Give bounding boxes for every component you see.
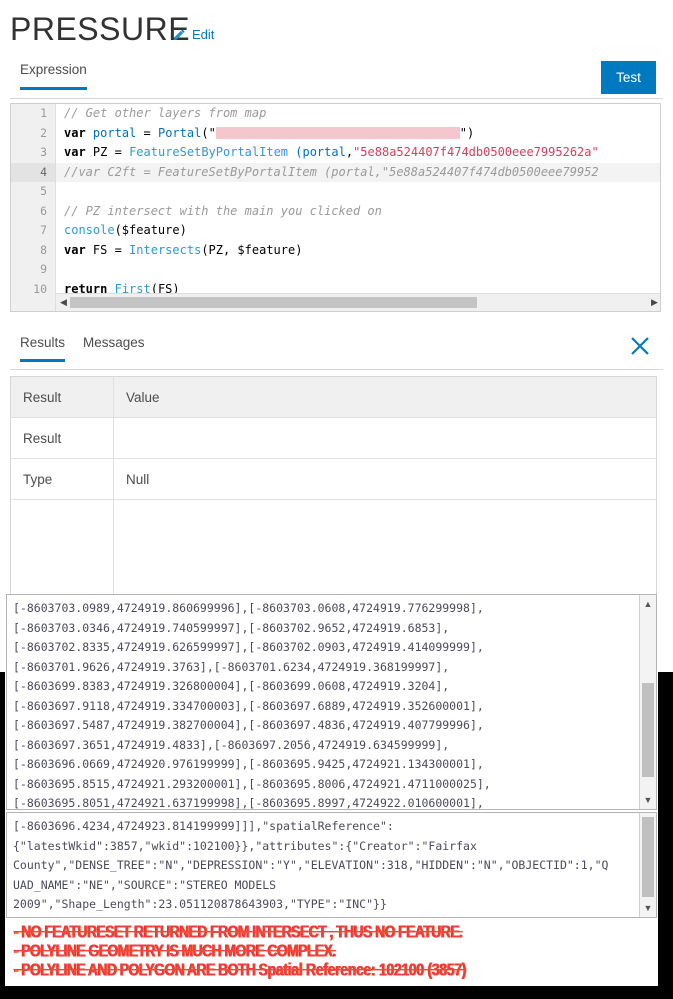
results-table: Result Value Result Type Null (10, 376, 657, 615)
code-line-2: var portal = Portal(" ") (56, 124, 660, 144)
page-header: PRESSURE Edit (0, 0, 673, 56)
table-header-row: Result Value (10, 376, 657, 418)
column-header-result: Result (10, 376, 114, 418)
line-number: 9 (40, 262, 47, 276)
attributes-output-panel[interactable]: [-8603696.4234,4724923.814199999]]],"spa… (6, 812, 657, 918)
code-punct: , (345, 145, 354, 159)
code-args: ($feature) (114, 223, 187, 237)
annotation-line-3: - POLYLINE AND POLYGON ARE BOTH Spatial … (14, 959, 467, 979)
code-function: FeatureSetByPortalItem (129, 145, 289, 159)
line-number: 7 (40, 223, 47, 237)
annotation-text: POLYLINE AND POLYGON ARE BOTH (21, 959, 259, 979)
annotation-overlay: - NO FEATURESET RETURNED FROM INTERSECT … (0, 918, 673, 986)
code-comment: // PZ intersect with the main you clicke… (64, 203, 382, 218)
line-number: 1 (40, 106, 47, 120)
scroll-left-icon[interactable]: ◀ (58, 297, 69, 308)
page-title: PRESSURE (10, 11, 191, 47)
line-number: 2 (40, 125, 47, 140)
attributes-vertical-scrollbar[interactable]: ▼ (639, 813, 656, 917)
code-editor[interactable]: 1 2 3 4 5 6 7 8 9 10 // Get other layers… (10, 103, 661, 312)
annotation-bullet: - (14, 921, 19, 941)
code-comment: // Get other layers from map (64, 106, 267, 120)
line-number: 6 (40, 203, 47, 218)
column-header-value: Value (113, 376, 657, 418)
code-operator: = (114, 145, 122, 159)
code-line-7: console($feature) (56, 221, 660, 241)
row-value (113, 417, 657, 459)
code-line-6: // PZ intersect with the main you clicke… (56, 202, 660, 222)
close-icon[interactable] (629, 335, 651, 357)
code-identifier: portal (92, 125, 137, 140)
scroll-up-icon[interactable]: ▲ (643, 598, 653, 610)
code-function: Portal (157, 125, 202, 140)
annotation-text: NO FEATURESET RETURNED FROM INTERSECT , … (21, 921, 463, 941)
code-line-3: var PZ = FeatureSetByPortalItem (portal,… (56, 143, 660, 163)
code-keyword: var (64, 125, 86, 140)
code-operator: = (114, 242, 122, 257)
annotation-text-emphasis: Spatial Reference: 102100 (3857) (258, 959, 467, 979)
scroll-down-icon[interactable]: ▼ (643, 794, 653, 806)
tab-results[interactable]: Results (20, 335, 66, 362)
code-line-8: var FS = Intersects(PZ, $feature) (56, 241, 660, 261)
annotation-line-2: - POLYLINE GEOMETRY IS MUCH MORE COMPLEX… (14, 940, 336, 960)
code-punct: (" (201, 125, 216, 140)
geometry-output-panel[interactable]: [-8603703.0989,4724919.860699996],[-8603… (6, 594, 657, 810)
results-tabstrip: Results Messages (10, 335, 663, 370)
test-button[interactable]: Test (601, 61, 656, 94)
code-function: Intersects (121, 242, 202, 257)
table-row: Result (10, 417, 657, 459)
geometry-vertical-scrollbar[interactable]: ▲ ▼ (639, 595, 656, 809)
code-punct: ") (459, 125, 475, 140)
tab-expression[interactable]: Expression (20, 62, 87, 90)
code-operator: = (143, 125, 151, 140)
image-bleed-bottom (0, 986, 673, 999)
annotation-bullet: - (14, 940, 19, 960)
code-punct: ( (288, 145, 303, 159)
code-comment: //var C2ft = FeatureSetByPortalItem (por… (64, 164, 599, 179)
row-label: Result (10, 417, 114, 459)
code-arg: portal (302, 145, 346, 159)
editor-gutter: 1 2 3 4 5 6 7 8 9 10 (11, 104, 56, 311)
editor-code-area[interactable]: // Get other layers from map var portal … (56, 104, 660, 311)
edit-button[interactable]: Edit (172, 27, 214, 42)
scroll-right-icon[interactable]: ▶ (649, 297, 660, 308)
line-number: 8 (40, 242, 47, 257)
code-line-4: //var C2ft = FeatureSetByPortalItem (por… (56, 162, 660, 182)
edit-label: Edit (192, 27, 215, 42)
code-identifier: FS (85, 242, 115, 257)
table-row: Type Null (10, 458, 657, 500)
pencil-icon (172, 28, 186, 42)
line-number: 4 (11, 162, 55, 182)
row-label: Type (10, 458, 114, 500)
code-function: console (64, 223, 115, 237)
tab-messages[interactable]: Messages (83, 335, 145, 359)
code-line-1: // Get other layers from map (56, 104, 660, 124)
line-number: 5 (40, 184, 47, 198)
attributes-output-text: [-8603696.4234,4724923.814199999]]],"spa… (13, 819, 609, 911)
annotation-text: POLYLINE GEOMETRY IS MUCH MORE COMPLEX. (21, 940, 336, 960)
code-identifier: PZ (92, 145, 108, 159)
code-args: (PZ, $feature) (201, 242, 303, 257)
line-number: 10 (33, 281, 47, 296)
geometry-output-text: [-8603703.0989,4724919.860699996],[-8603… (13, 601, 491, 810)
editor-horizontal-scrollbar[interactable]: ◀ ▶ (56, 293, 660, 311)
code-string: "5e88a524407f474db0500eee7995262a" (353, 145, 599, 159)
scroll-down-icon[interactable]: ▼ (643, 902, 653, 914)
row-value: Null (113, 458, 657, 500)
line-number: 3 (40, 145, 47, 159)
code-keyword: var (64, 145, 86, 159)
scrollbar-thumb[interactable] (642, 817, 654, 897)
annotation-line-1: - NO FEATURESET RETURNED FROM INTERSECT … (14, 921, 463, 941)
redacted-url (215, 126, 460, 139)
scrollbar-thumb[interactable] (642, 683, 654, 777)
code-keyword: var (64, 242, 86, 257)
annotation-bullet: - (14, 959, 19, 979)
scrollbar-thumb[interactable] (70, 297, 477, 308)
expression-tabstrip: Expression (10, 60, 663, 99)
